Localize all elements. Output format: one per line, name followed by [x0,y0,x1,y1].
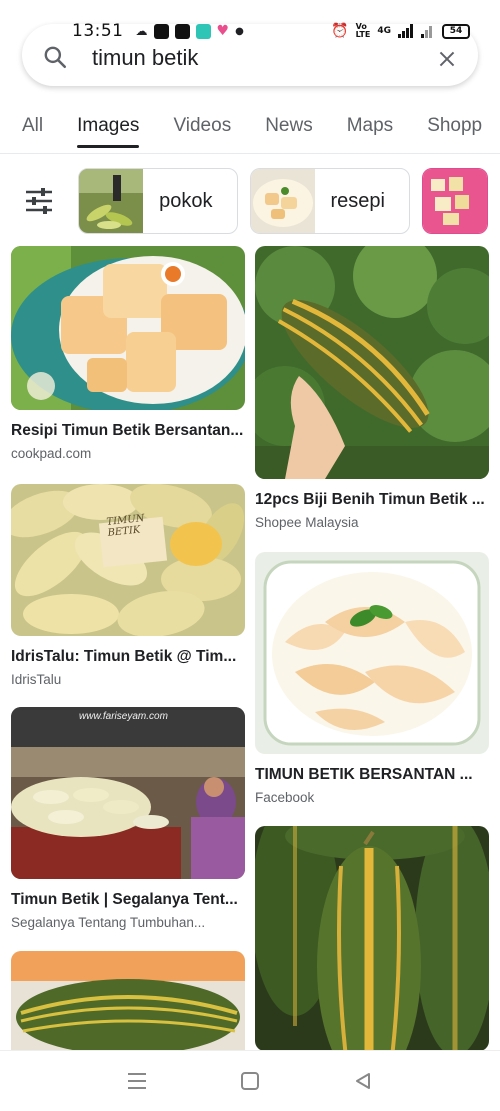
menu-lines-icon [127,1073,146,1089]
back-triangle-icon [356,1073,371,1089]
result-source: Facebook [255,790,315,805]
image-result-card[interactable]: TIMUN BETIK BERSANTAN ... Facebook [255,552,489,805]
result-thumbnail[interactable] [255,826,489,1051]
tab-videos[interactable]: Videos [173,98,231,153]
google-image-search-screen: 13:51 ☁ ♥ ● ⏰ Vo LTE 4G 54 timun betik Al… [0,0,500,1111]
result-thumbnail[interactable] [255,246,489,479]
battery-level: 54 [449,26,463,36]
chip-resepi[interactable]: resepi [249,168,410,234]
striped-melons-closeup-image [255,826,489,1051]
signal-icon [398,24,413,38]
result-title[interactable]: TIMUN BETIK BERSANTAN ... [255,766,489,784]
recents-button[interactable] [117,1061,157,1101]
image-result-card[interactable] [255,826,489,1069]
chip-resepi-label: resepi [330,189,385,212]
result-source: IdrisTalu [11,672,62,687]
app-icon [195,23,211,39]
result-title[interactable]: 12pcs Biji Benih Timun Betik ... [255,491,489,509]
chip-pokok-thumbnail [79,169,144,233]
chip-resepi-thumbnail [250,169,315,233]
tab-maps[interactable]: Maps [347,98,393,153]
result-thumbnail[interactable]: www.fariseyam.com [11,707,245,879]
image-watermark: www.fariseyam.com [79,711,168,722]
result-title[interactable]: Resipi Timun Betik Bersantan... [11,422,245,440]
image-result-card[interactable]: 12pcs Biji Benih Timun Betik ... Shopee … [255,246,489,530]
tab-news[interactable]: News [265,98,313,153]
image-result-card[interactable]: TIMUN BETIK IdrisTalu: Timun Betik @ Tim… [11,484,245,687]
tab-images[interactable]: Images [77,98,140,153]
hand-holding-melon-image [255,246,489,479]
result-source: Shopee Malaysia [255,515,359,530]
more-dot-icon: ● [235,25,244,37]
signal-2-icon [421,26,432,38]
result-source: cookpad.com [11,446,92,461]
chip-more-thumbnail [423,169,487,233]
chip-pokok[interactable]: pokok [78,168,238,234]
result-title[interactable]: IdrisTalu: Timun Betik @ Tim... [11,648,245,666]
result-thumbnail[interactable] [255,552,489,754]
melon-dessert-bowl-image [255,552,489,754]
app-notification-icon [153,23,169,39]
result-thumbnail[interactable] [11,246,245,410]
volte-icon: Vo LTE [355,22,371,39]
tab-shopping[interactable]: Shopp [427,98,482,153]
status-right: ⏰ Vo LTE 4G 54 [331,23,470,39]
notification-icons: ☁ ♥ ● [136,23,244,39]
result-title[interactable]: Timun Betik | Segalanya Tent... [11,891,245,909]
back-button[interactable] [343,1061,383,1101]
refinement-chips: pokok resepi [0,166,500,236]
image-result-card[interactable]: Resipi Timun Betik Bersantan... cookpad.… [11,246,245,461]
filter-button[interactable] [22,179,56,223]
home-button[interactable] [230,1061,270,1101]
weather-icon: ☁ [135,24,148,38]
market-melons-image [11,707,245,879]
chip-more[interactable] [422,168,488,234]
heart-app-icon: ♥ [216,23,230,39]
tab-all[interactable]: All [22,98,43,153]
result-thumbnail[interactable] [11,951,245,1061]
battery-icon: 54 [442,23,470,39]
result-thumbnail[interactable]: TIMUN BETIK [11,484,245,636]
search-tabs: All Images Videos News Maps Shopp [0,98,500,154]
result-source: Segalanya Tentang Tumbuhan... [11,915,206,930]
filter-sliders-icon [26,188,53,214]
chip-pokok-label: pokok [159,189,213,212]
alarm-icon: ⏰ [331,23,349,39]
system-navigation-bar [0,1050,500,1111]
network-type: 4G [377,26,391,36]
pile-of-melons-image [11,484,245,636]
image-result-card[interactable]: www.fariseyam.com Timun Betik | Segalany… [11,707,245,930]
status-time: 13:51 [72,21,124,41]
coconut-melon-dessert-image [11,246,245,410]
striped-melon-image [11,951,245,1061]
square-home-icon [240,1072,259,1090]
youtube-icon [174,23,190,39]
status-bar: 13:51 ☁ ♥ ● ⏰ Vo LTE 4G 54 [0,0,500,62]
